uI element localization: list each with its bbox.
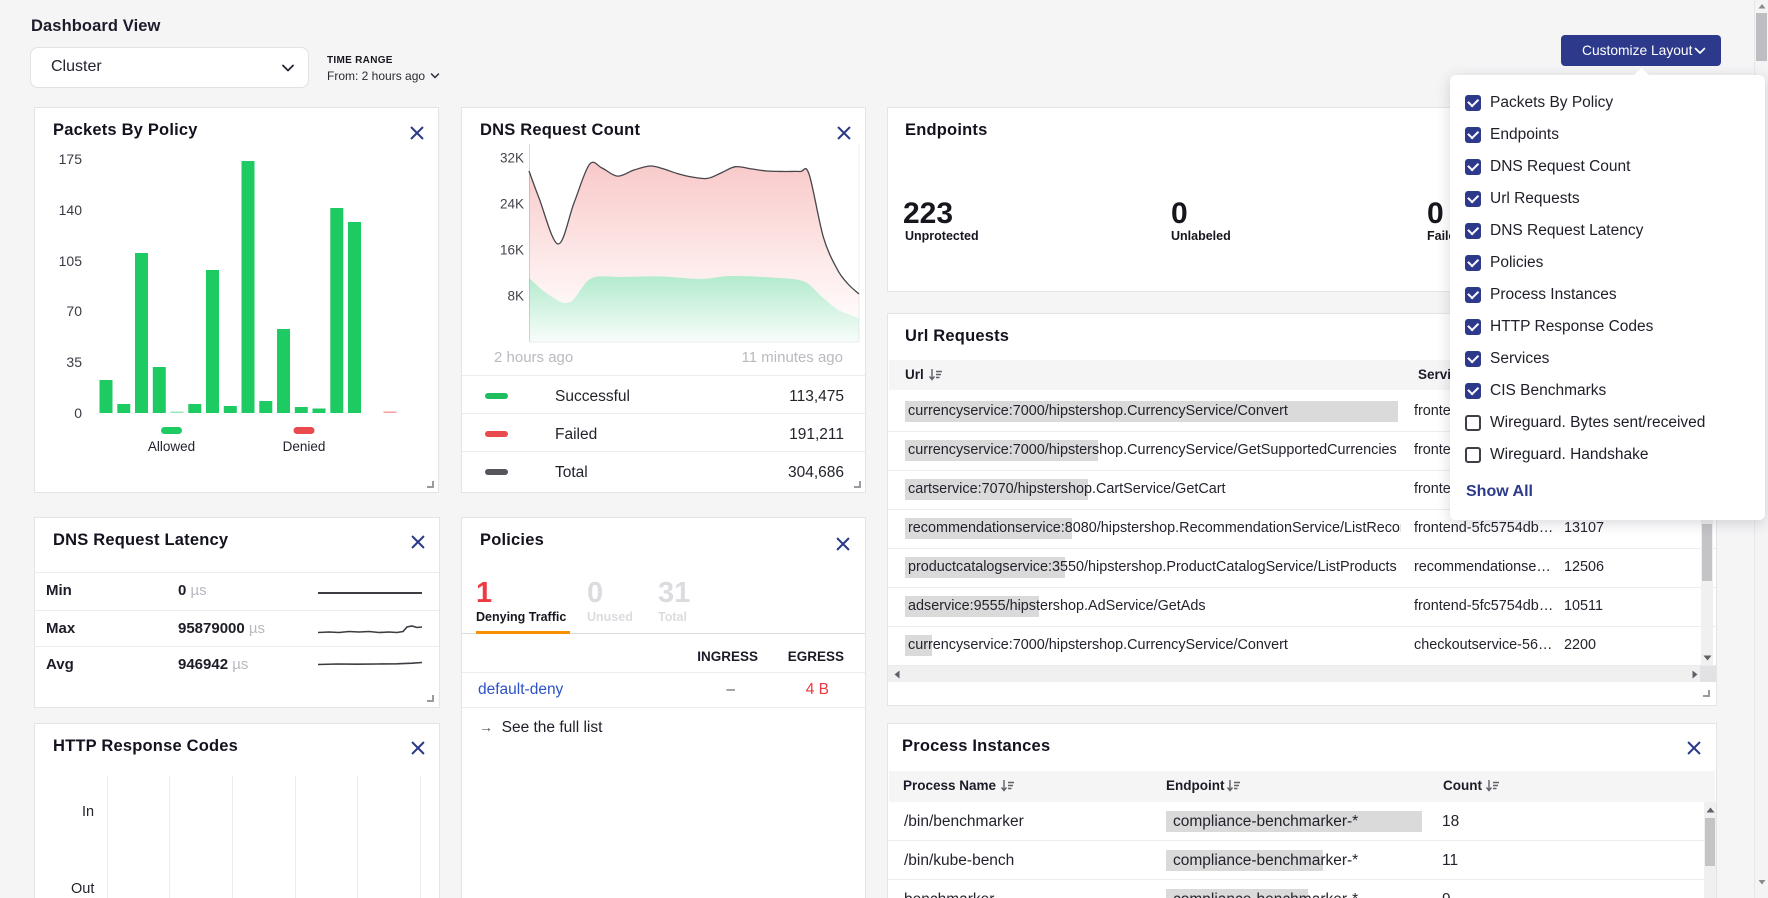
svg-text:175: 175 [59, 151, 83, 167]
svg-text:35: 35 [66, 354, 82, 370]
svg-text:8K: 8K [507, 289, 524, 304]
svg-text:70: 70 [66, 303, 82, 319]
svg-text:0: 0 [74, 405, 82, 421]
svg-text:Allowed: Allowed [148, 439, 195, 454]
svg-text:Denied: Denied [283, 439, 326, 454]
svg-text:16K: 16K [500, 243, 524, 258]
svg-text:140: 140 [59, 202, 83, 218]
svg-text:105: 105 [59, 253, 83, 269]
svg-text:24K: 24K [500, 197, 524, 212]
svg-text:32K: 32K [500, 151, 524, 166]
